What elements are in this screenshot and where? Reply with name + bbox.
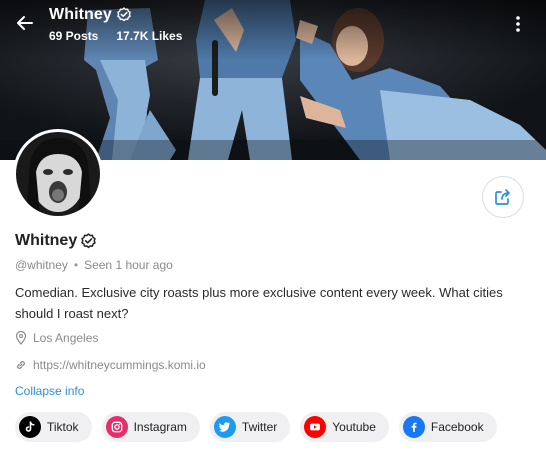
share-icon [495, 189, 510, 205]
last-seen-text: Seen 1 hour ago [84, 258, 173, 272]
social-chip-tiktok[interactable]: Tiktok [15, 412, 92, 442]
social-label: Facebook [430, 420, 484, 434]
social-chip-facebook[interactable]: Facebook [398, 412, 497, 442]
website-link[interactable]: https://whitneycummings.komi.io [15, 357, 531, 373]
link-icon [17, 361, 25, 369]
more-options-button[interactable] [508, 12, 528, 36]
header-title: Whitney [49, 6, 112, 23]
twitter-icon [213, 416, 236, 438]
profile-bio: Comedian. Exclusive city roasts plus mor… [15, 285, 503, 321]
collapse-info-link[interactable]: Collapse info [15, 384, 84, 398]
social-label: Instagram [133, 420, 187, 434]
more-vertical-icon [516, 16, 520, 32]
top-bar: Whitney 69 Posts 17.7K Likes [0, 0, 546, 60]
avatar-image [16, 132, 100, 216]
share-button[interactable] [482, 176, 524, 218]
location-row: Los Angeles [15, 330, 531, 346]
social-label: Twitter [241, 420, 278, 434]
social-label: Tiktok [47, 420, 79, 434]
instagram-icon [105, 416, 128, 438]
social-chip-youtube[interactable]: Youtube [300, 412, 389, 442]
posts-count: 69 Posts [49, 29, 99, 43]
likes-count: 17.7K Likes [116, 29, 183, 43]
header-title-block: Whitney 69 Posts 17.7K Likes [49, 6, 182, 43]
social-chip-twitter[interactable]: Twitter [209, 412, 291, 442]
back-button[interactable] [12, 10, 38, 36]
profile-info: Whitney @whitney • Seen 1 hour ago Comed… [15, 232, 531, 400]
arrow-left-icon [17, 16, 33, 30]
location-pin-icon [15, 331, 27, 345]
social-label: Youtube [332, 420, 376, 434]
profile-handle: @whitney [15, 258, 68, 272]
verified-badge-icon [117, 7, 131, 22]
location-text: Los Angeles [33, 331, 99, 345]
social-links: Tiktok Instagram Twitter Youtube Faceboo… [15, 412, 497, 442]
youtube-icon [304, 416, 327, 438]
meta-separator: • [73, 258, 79, 272]
profile-name: Whitney [15, 232, 78, 249]
social-chip-instagram[interactable]: Instagram [101, 412, 200, 442]
website-text: https://whitneycummings.komi.io [33, 358, 206, 372]
avatar[interactable] [13, 129, 103, 219]
facebook-icon [402, 416, 425, 438]
tiktok-icon [19, 416, 41, 438]
verified-badge-icon [81, 232, 96, 248]
